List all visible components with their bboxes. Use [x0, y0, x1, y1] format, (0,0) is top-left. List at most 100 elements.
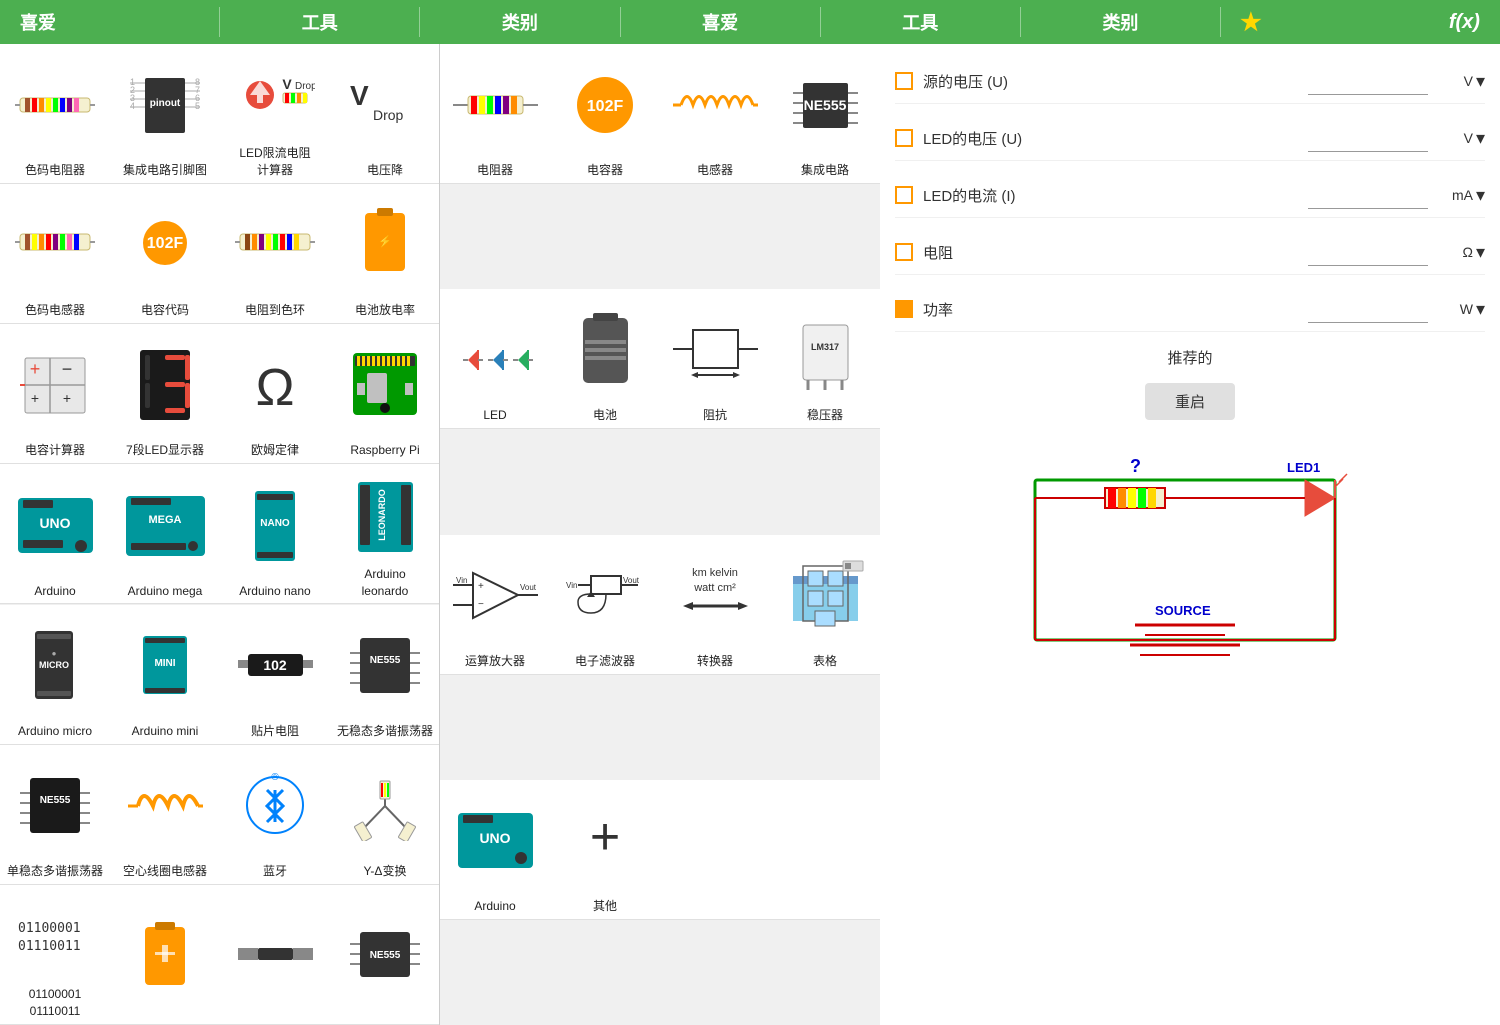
- header-fav-right[interactable]: 喜爱: [621, 9, 820, 35]
- header-cat-left[interactable]: 类别: [420, 9, 619, 35]
- checkbox-led-v[interactable]: [895, 129, 913, 147]
- item-ic-cat[interactable]: NE555 集成电路: [770, 44, 880, 184]
- item-led-resistor[interactable]: V Drop LED限流电阻计算器: [220, 44, 330, 184]
- capacitor-cat-label: 电容器: [587, 162, 623, 179]
- cat-label-right: 类别: [1102, 9, 1138, 35]
- item-bluetooth[interactable]: ® 蓝牙: [220, 745, 330, 885]
- item-ohm[interactable]: Ω 欧姆定律: [220, 324, 330, 464]
- empty-cat-2: [770, 780, 880, 920]
- props-unit-power: W: [1433, 301, 1473, 317]
- item-smd-resistor[interactable]: 102 贴片电阻: [220, 605, 330, 745]
- props-input-led-i[interactable]: [1308, 181, 1428, 209]
- item-color-resistor[interactable]: 色码电阻器: [0, 44, 110, 184]
- opamp-cat-label: 运算放大器: [465, 653, 525, 670]
- header-fav-left[interactable]: 喜爱: [10, 9, 219, 35]
- checkbox-power[interactable]: [895, 300, 913, 318]
- item-arduino[interactable]: UNO Arduino: [0, 464, 110, 604]
- checkbox-source-v[interactable]: [895, 72, 913, 90]
- item-empty2[interactable]: NE555: [330, 885, 440, 1025]
- cat-label-left: 类别: [502, 9, 538, 35]
- svg-text:V: V: [282, 76, 292, 92]
- props-dropdown-power[interactable]: ▾: [1476, 299, 1485, 320]
- item-ic-pinout[interactable]: pinout 8 7 6 5 1 2 3 4: [110, 44, 220, 184]
- item-arduino-micro[interactable]: MICRO ● Arduino micro: [0, 605, 110, 745]
- header-tool-left[interactable]: 工具: [220, 9, 419, 35]
- props-input-source-v[interactable]: [1308, 67, 1428, 95]
- props-label-power: 功率: [923, 299, 1308, 320]
- svg-text:+: +: [31, 390, 39, 406]
- led-resistor-label: LED限流电阻计算器: [239, 145, 310, 179]
- item-arduino-nano[interactable]: NANO Arduino nano: [220, 464, 330, 604]
- checkbox-resistance[interactable]: [895, 243, 913, 261]
- bluetooth-icon: ®: [245, 749, 305, 863]
- item-color-inductor[interactable]: 色码电感器: [0, 184, 110, 324]
- item-inductor-cat[interactable]: 电感器: [660, 44, 770, 184]
- item-battery-cat[interactable]: 电池: [550, 289, 660, 429]
- item-opamp-cat[interactable]: + − Vout Vin 运算放大器: [440, 535, 550, 675]
- svg-text:01100001: 01100001: [18, 921, 81, 936]
- ohm-label: 欧姆定律: [251, 442, 299, 459]
- props-unit-source-v: V: [1433, 73, 1473, 89]
- svg-text:102F: 102F: [586, 98, 623, 115]
- ydelta-label: Y-Δ变换: [364, 863, 407, 880]
- item-ydelta[interactable]: Y-Δ变换: [330, 745, 440, 885]
- item-table-cat[interactable]: 表格: [770, 535, 880, 675]
- raspberry-label: Raspberry Pi: [350, 442, 419, 459]
- item-arduino-cat[interactable]: UNO Arduino: [440, 780, 550, 920]
- reset-button[interactable]: 重启: [1145, 383, 1235, 420]
- empty1-icon: [238, 889, 313, 1020]
- inductor-cat-label: 电感器: [697, 162, 733, 179]
- svg-text:SOURCE: SOURCE: [1155, 603, 1211, 618]
- props-row-led-i: LED的电流 (I)mA▾: [895, 173, 1485, 218]
- props-dropdown-resistance[interactable]: ▾: [1476, 242, 1485, 263]
- item-resistor-cat[interactable]: 电阻器: [440, 44, 550, 184]
- header-cat-right[interactable]: 类别: [1021, 9, 1220, 35]
- item-impedance-cat[interactable]: 阻抗: [660, 289, 770, 429]
- props-dropdown-led-i[interactable]: ▾: [1476, 185, 1485, 206]
- item-capacitor-cat[interactable]: 102F 电容器: [550, 44, 660, 184]
- item-arduino-mega[interactable]: MEGA Arduino mega: [110, 464, 220, 604]
- item-air-inductor[interactable]: 空心线圈电感器: [110, 745, 220, 885]
- item-other-cat[interactable]: + 其他: [550, 780, 660, 920]
- item-cap-calc[interactable]: + − + + 电容计算器: [0, 324, 110, 464]
- props-input-led-v[interactable]: [1308, 124, 1428, 152]
- item-voltage-drop[interactable]: V Drop 电压降: [330, 44, 440, 184]
- props-dropdown-source-v[interactable]: ▾: [1476, 71, 1485, 92]
- props-label-resistance: 电阻: [923, 242, 1308, 263]
- svg-text:01110011: 01110011: [18, 939, 81, 954]
- header-star[interactable]: ★: [1221, 8, 1281, 37]
- props-dropdown-led-v[interactable]: ▾: [1476, 128, 1485, 149]
- voltage-drop-label: 电压降: [367, 162, 403, 179]
- item-ne555-mono[interactable]: NE555 单稳态多谐振荡器: [0, 745, 110, 885]
- checkbox-led-i[interactable]: [895, 186, 913, 204]
- svg-text:102: 102: [263, 657, 287, 673]
- item-arduino-mini[interactable]: MINI Arduino mini: [110, 605, 220, 745]
- props-row-resistance: 电阻 Ω▾: [895, 230, 1485, 275]
- item-7seg[interactable]: 7段LED显示器: [110, 324, 220, 464]
- header-tool-right[interactable]: 工具: [821, 9, 1020, 35]
- item-resistor-color[interactable]: 电阻到色环: [220, 184, 330, 324]
- props-input-resistance[interactable]: [1308, 238, 1428, 266]
- svg-text:watt cm²: watt cm²: [693, 582, 736, 594]
- props-unit-resistance: Ω: [1433, 244, 1473, 260]
- arduino-nano-icon: NANO: [245, 468, 305, 582]
- item-filter-cat[interactable]: Vin Vout 电子滤波器: [550, 535, 660, 675]
- item-cap-code[interactable]: 102F 电容代码: [110, 184, 220, 324]
- header-fx[interactable]: f(x): [1281, 11, 1490, 34]
- item-arduino-leonardo[interactable]: LEONARDO Arduinoleonardo: [330, 464, 440, 604]
- item-led-cat[interactable]: LED: [440, 289, 550, 429]
- item-empty1[interactable]: [220, 885, 330, 1025]
- item-ne555-multi[interactable]: NE555 无稳态多谐振荡器: [330, 605, 440, 745]
- item-regulator-cat[interactable]: LM317 稳压器: [770, 289, 880, 429]
- impedance-cat-icon: [673, 293, 758, 407]
- item-battery2[interactable]: [110, 885, 220, 1025]
- props-input-power[interactable]: [1308, 295, 1428, 323]
- item-converter-cat[interactable]: km kelvin watt cm² 转换器: [660, 535, 770, 675]
- fx-label: f(x): [1449, 11, 1480, 34]
- svg-text:MINI: MINI: [154, 658, 175, 669]
- item-raspberry[interactable]: Raspberry Pi: [330, 324, 440, 464]
- item-battery-rate[interactable]: ⚡ 电池放电率: [330, 184, 440, 324]
- svg-text:NANO: NANO: [260, 518, 290, 529]
- svg-text:+: +: [478, 581, 484, 592]
- item-binary[interactable]: 01100001 01110011 0110000101110011: [0, 885, 110, 1025]
